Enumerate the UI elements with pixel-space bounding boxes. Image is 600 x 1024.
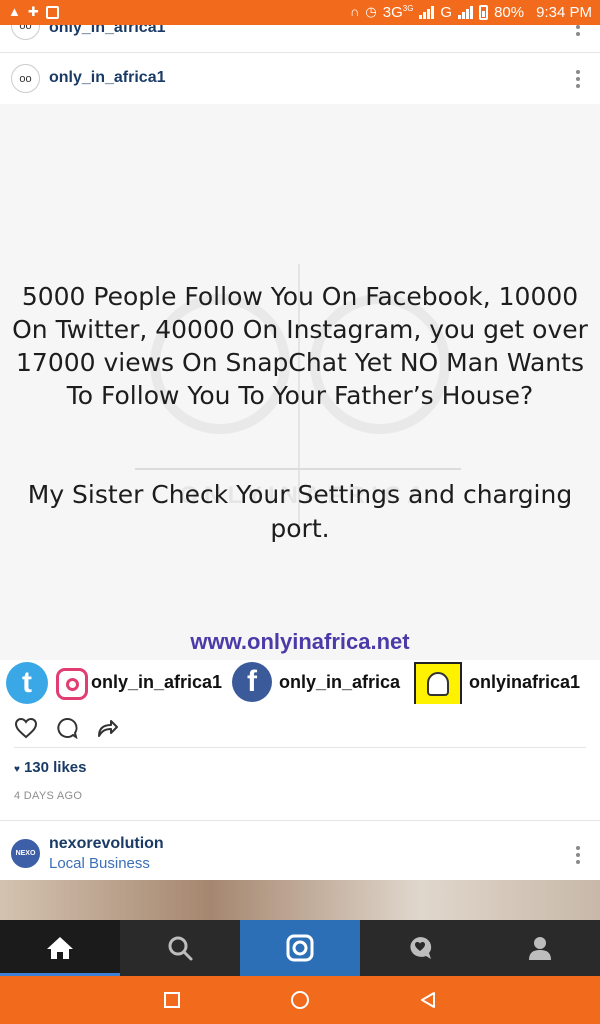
activity-icon [410,936,432,959]
camera-icon [286,934,314,962]
clock: 9:34 PM [536,3,592,21]
instagram-icon [56,668,88,700]
snapchat-handle: onlyinafrica1 [469,672,581,692]
network-type: 3G3G [382,3,414,21]
warning-icon: ▲ [8,4,21,19]
profile-icon [529,937,551,960]
back-icon [421,992,435,1008]
comment-icon[interactable] [55,716,79,740]
avatar[interactable]: NEXO [11,839,40,868]
avatar[interactable]: oo [11,25,40,40]
tab-profile[interactable] [480,920,600,976]
status-bar: ▲ ✚ ∩ ◷ 3G3G G 80% 9:34 PM [0,0,600,25]
post-image[interactable]: ONLYINAFRICA 5000 People Follow You On F… [0,104,600,704]
next-post-header: NEXO nexorevolution Local Business [0,825,600,880]
prev-post-header: oo only_in_africa1 [0,25,600,52]
more-options-icon[interactable] [576,25,580,36]
next-post-location[interactable]: Local Business [49,855,150,872]
twitter-icon: t [6,662,48,704]
download-icon: ✚ [27,4,39,19]
signal-icon [419,5,435,19]
post-username[interactable]: only_in_africa1 [49,69,166,87]
likes-label: 130 likes [23,759,87,776]
gallery-icon [45,5,59,19]
punchline-text: My Sister Check Your Settings and chargi… [27,480,573,543]
battery-level: 80% [494,3,525,21]
network-type-2: G [440,3,453,21]
website-link: www.onlyinafrica.net [190,629,410,654]
home-circle-icon [291,991,309,1009]
post-time: 4 DAYS AGO [14,790,83,802]
signal-icon-2 [458,5,474,19]
more-options-icon[interactable] [576,70,580,88]
back-button[interactable] [416,988,440,1012]
system-nav-bar [0,976,600,1024]
social-strip: t only_in_africa1 f only_in_africa onlyi… [0,660,600,704]
next-post-image[interactable] [0,880,600,920]
home-icon [47,937,73,959]
quote-rule [135,468,461,470]
avatar[interactable]: oo [11,64,40,93]
alarm-icon: ◷ [365,4,377,19]
heart-small-icon: ♥ [14,764,20,775]
post-header: oo only_in_africa1 [0,53,600,104]
search-icon [168,936,193,961]
more-options-icon[interactable] [576,846,580,864]
headphones-icon: ∩ [350,4,360,19]
instagram-handle: only_in_africa1 [91,672,223,692]
quote-text: 5000 People Follow You On Facebook, 1000… [12,282,588,410]
battery-icon [479,4,489,20]
prev-post-username[interactable]: only_in_africa1 [49,25,166,37]
tab-activity[interactable] [360,920,480,976]
tab-home[interactable] [0,920,120,976]
divider [0,820,600,821]
likes-count[interactable]: ♥ 130 likes [14,759,87,776]
divider [14,747,586,748]
tab-search[interactable] [120,920,240,976]
facebook-icon: f [232,662,272,702]
heart-icon[interactable] [14,716,38,740]
bottom-tab-bar [0,920,600,976]
next-post-username[interactable]: nexorevolution [49,835,164,853]
home-nav-button[interactable] [288,988,312,1012]
share-icon[interactable] [95,716,119,740]
tab-camera[interactable] [240,920,360,976]
facebook-handle: only_in_africa [279,672,401,692]
recents-icon [164,992,180,1008]
recents-button[interactable] [160,988,184,1012]
snapchat-icon [414,662,462,704]
